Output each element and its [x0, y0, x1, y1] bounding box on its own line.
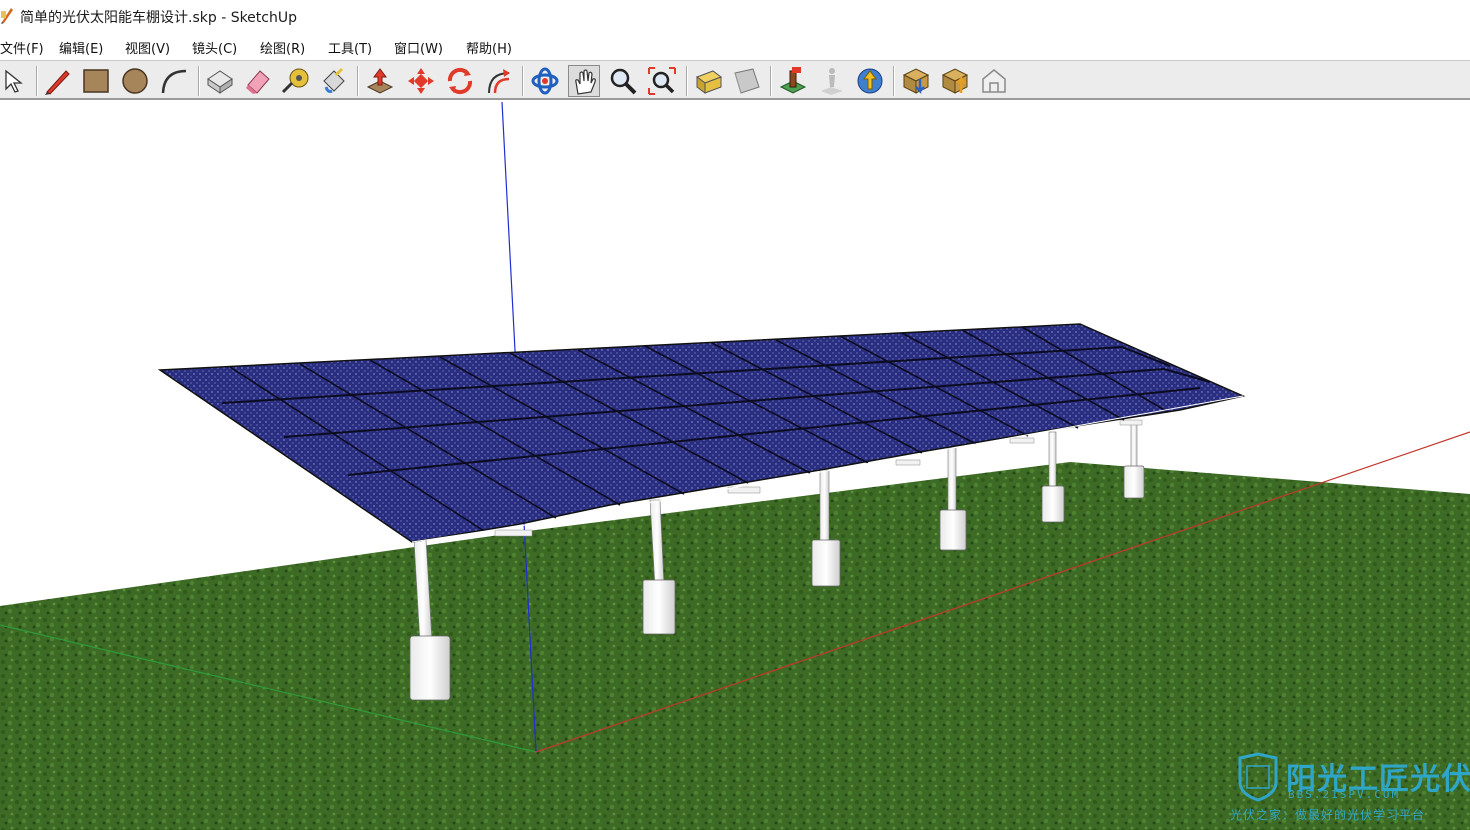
pencil-line-icon[interactable]	[42, 65, 74, 97]
menu-tools[interactable]: 工具(T)	[328, 38, 372, 57]
toolbar-separator	[686, 66, 688, 96]
push-pull-icon[interactable]	[364, 65, 396, 97]
forum-slogan: 光伏之家：做最好的光伏学习平台	[1230, 808, 1426, 822]
move-icon[interactable]	[405, 65, 437, 97]
circle-icon[interactable]	[119, 65, 151, 97]
zoom-icon[interactable]	[607, 65, 639, 97]
forum-url: BBS.21SPV.COM	[1288, 788, 1401, 801]
orbit-icon[interactable]	[529, 65, 561, 97]
toolbar-separator	[893, 66, 895, 96]
make-component-icon[interactable]	[204, 65, 236, 97]
next-view-icon[interactable]	[731, 65, 763, 97]
paint-bucket-icon[interactable]	[318, 65, 350, 97]
extension-warehouse-icon[interactable]	[978, 65, 1010, 97]
select-arrow-icon[interactable]	[0, 65, 32, 97]
share-model-icon[interactable]	[939, 65, 971, 97]
window-title: 简单的光伏太阳能车棚设计.skp - SketchUp	[20, 10, 297, 26]
menu-draw[interactable]: 绘图(R)	[260, 38, 305, 57]
eraser-icon[interactable]	[242, 65, 274, 97]
menu-help[interactable]: 帮助(H)	[466, 38, 512, 57]
title-bar: 简单的光伏太阳能车棚设计.skp - SketchUp	[0, 0, 1470, 32]
toolbar-separator	[198, 66, 200, 96]
toolbar-separator	[357, 66, 359, 96]
toggle-terrain-icon[interactable]	[815, 65, 847, 97]
get-models-icon[interactable]	[900, 65, 932, 97]
toolbar-separator	[522, 66, 524, 96]
rotate-icon[interactable]	[444, 65, 476, 97]
main-toolbar	[0, 60, 1470, 100]
menu-camera[interactable]: 镜头(C)	[192, 38, 237, 57]
menu-bar: 文件(F) 编辑(E) 视图(V) 镜头(C) 绘图(R) 工具(T) 窗口(W…	[0, 34, 1470, 58]
model-viewport[interactable]: 阳光工匠光伏论坛 BBS.21SPV.COM 光伏之家：做最好的光伏学习平台	[0, 102, 1470, 830]
pan-hand-icon[interactable]	[568, 65, 600, 97]
toolbar-separator	[770, 66, 772, 96]
forum-watermark: 阳光工匠光伏论坛 BBS.21SPV.COM 光伏之家：做最好的光伏学习平台	[1228, 748, 1470, 824]
menu-window[interactable]: 窗口(W)	[394, 38, 443, 57]
photo-textures-icon[interactable]	[854, 65, 886, 97]
add-location-icon[interactable]	[777, 65, 809, 97]
offset-icon[interactable]	[483, 65, 515, 97]
menu-view[interactable]: 视图(V)	[125, 38, 170, 57]
previous-view-icon[interactable]	[693, 65, 725, 97]
forum-badge-icon	[1238, 752, 1278, 802]
arc-icon[interactable]	[158, 65, 190, 97]
toolbar-separator	[36, 66, 38, 96]
zoom-extents-icon[interactable]	[646, 65, 678, 97]
menu-edit[interactable]: 编辑(E)	[59, 38, 103, 57]
menu-file[interactable]: 文件(F)	[0, 38, 44, 57]
rectangle-icon[interactable]	[80, 65, 112, 97]
solar-carport-scene	[0, 102, 1470, 830]
sketchup-app-icon	[1, 8, 13, 24]
tape-measure-icon[interactable]	[280, 65, 312, 97]
